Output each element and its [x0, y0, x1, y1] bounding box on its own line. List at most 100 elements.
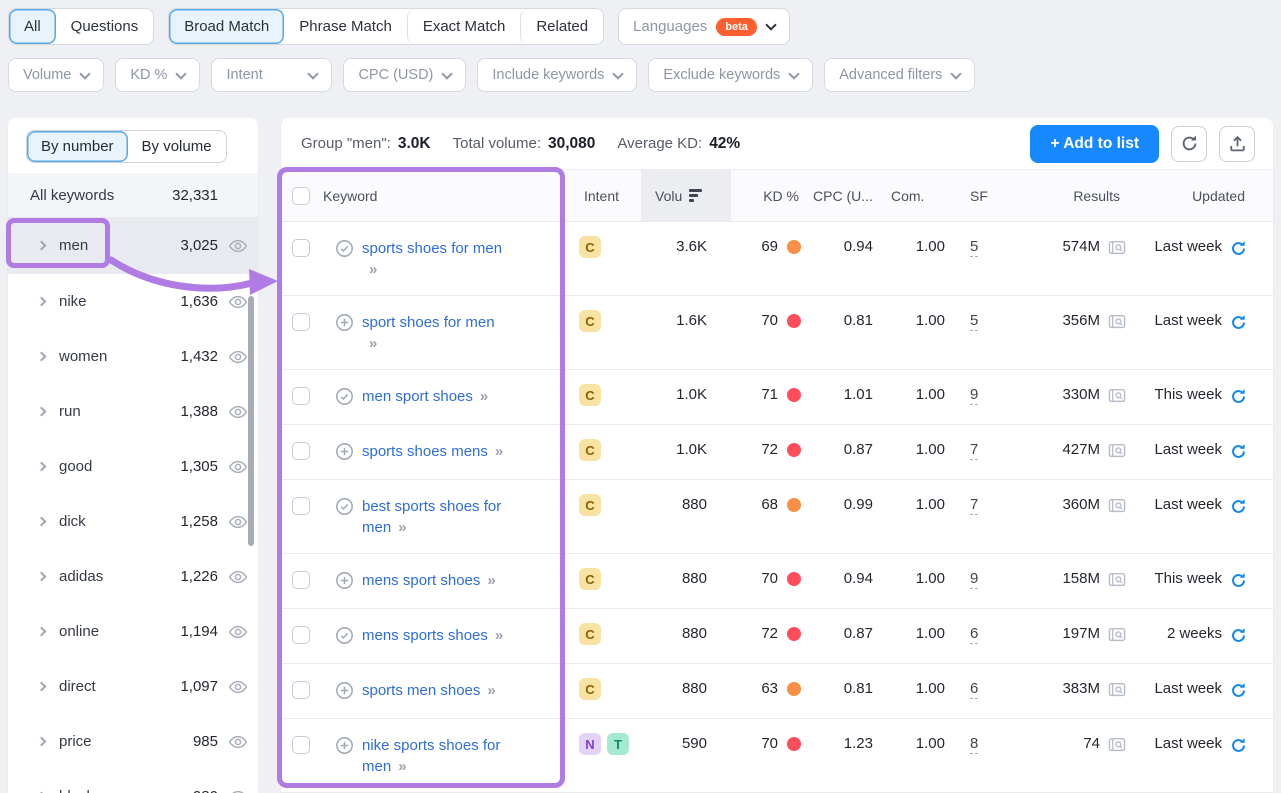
sf-value[interactable]: 5 — [970, 312, 978, 331]
filter-include-keywords[interactable]: Include keywords — [477, 58, 637, 92]
column-header-keyword[interactable]: Keyword — [317, 170, 562, 221]
row-checkbox[interactable] — [292, 313, 310, 331]
expand-keyword-icon[interactable]: » — [369, 335, 378, 352]
serp-features-icon[interactable] — [1108, 736, 1126, 754]
serp-features-icon[interactable] — [1108, 387, 1126, 405]
keyword-link[interactable]: mens sport shoes» — [362, 570, 497, 591]
refresh-metrics-icon[interactable] — [1230, 443, 1247, 460]
added-to-list-icon[interactable] — [335, 497, 354, 516]
sidebar-group-adidas[interactable]: adidas 1,226 — [8, 549, 258, 604]
keyword-link[interactable]: men sport shoes» — [362, 386, 489, 407]
eye-icon[interactable] — [228, 402, 248, 422]
row-checkbox[interactable] — [292, 387, 310, 405]
tab-phrase-match[interactable]: Phrase Match — [284, 9, 407, 44]
sidebar-group-direct[interactable]: direct 1,097 — [8, 659, 258, 714]
sf-value[interactable]: 9 — [970, 570, 978, 589]
filter-advanced-filters[interactable]: Advanced filters — [824, 58, 975, 92]
filter-exclude-keywords[interactable]: Exclude keywords — [648, 58, 813, 92]
add-to-list-icon[interactable] — [335, 736, 354, 755]
tab-broad-match[interactable]: Broad Match — [169, 9, 284, 44]
row-checkbox[interactable] — [292, 681, 310, 699]
eye-icon[interactable] — [228, 787, 248, 793]
sidebar-group-dick[interactable]: dick 1,258 — [8, 494, 258, 549]
column-header-com[interactable]: Com. — [891, 170, 961, 221]
expand-keyword-icon[interactable]: » — [369, 261, 378, 278]
sf-value[interactable]: 5 — [970, 238, 978, 257]
expand-keyword-icon[interactable]: » — [487, 572, 496, 589]
column-header-updated[interactable]: Updated — [1146, 170, 1273, 221]
eye-icon[interactable] — [228, 622, 248, 642]
sf-value[interactable]: 9 — [970, 386, 978, 405]
column-header-kd[interactable]: KD % — [731, 170, 811, 221]
add-to-list-icon[interactable] — [335, 571, 354, 590]
eye-icon[interactable] — [228, 677, 248, 697]
tab-related[interactable]: Related — [520, 9, 603, 44]
refresh-metrics-icon[interactable] — [1230, 572, 1247, 589]
refresh-metrics-icon[interactable] — [1230, 314, 1247, 331]
serp-features-icon[interactable] — [1108, 571, 1126, 589]
filter-volume[interactable]: Volume — [8, 58, 104, 92]
added-to-list-icon[interactable] — [335, 626, 354, 645]
row-checkbox[interactable] — [292, 442, 310, 460]
eye-icon[interactable] — [228, 457, 248, 477]
expand-keyword-icon[interactable]: » — [487, 682, 496, 699]
sidebar-group-all-keywords[interactable]: All keywords 32,331 — [8, 173, 258, 217]
keyword-link[interactable]: mens sports shoes» — [362, 625, 504, 646]
keyword-link[interactable]: best sports shoes formen» — [362, 496, 501, 538]
column-header-results[interactable]: Results — [1011, 170, 1146, 221]
sidebar-group-price[interactable]: price 985 — [8, 714, 258, 769]
eye-icon[interactable] — [228, 567, 248, 587]
add-to-list-icon[interactable] — [335, 442, 354, 461]
eye-icon[interactable] — [228, 732, 248, 752]
tab-all[interactable]: All — [9, 9, 56, 44]
keyword-link[interactable]: sports shoes mens» — [362, 441, 504, 462]
expand-keyword-icon[interactable]: » — [495, 627, 504, 644]
keyword-link[interactable]: sports shoes for men» — [362, 238, 502, 280]
export-button[interactable] — [1219, 126, 1255, 162]
sf-value[interactable]: 7 — [970, 441, 978, 460]
sf-value[interactable]: 8 — [970, 735, 978, 754]
languages-dropdown[interactable]: Languages beta — [618, 8, 790, 45]
eye-icon[interactable] — [228, 347, 248, 367]
serp-features-icon[interactable] — [1108, 442, 1126, 460]
sf-value[interactable]: 6 — [970, 625, 978, 644]
added-to-list-icon[interactable] — [335, 239, 354, 258]
tab-exact-match[interactable]: Exact Match — [407, 9, 521, 44]
expand-keyword-icon[interactable]: » — [480, 388, 489, 405]
serp-features-icon[interactable] — [1108, 497, 1126, 515]
keyword-link[interactable]: sports men shoes» — [362, 680, 497, 701]
sf-value[interactable]: 7 — [970, 496, 978, 515]
filter-cpc-usd-[interactable]: CPC (USD) — [343, 58, 466, 92]
keyword-link[interactable]: nike sports shoes formen» — [362, 735, 500, 777]
sf-value[interactable]: 6 — [970, 680, 978, 699]
serp-features-icon[interactable] — [1108, 239, 1126, 257]
row-checkbox[interactable] — [292, 239, 310, 257]
sidebar-group-women[interactable]: women 1,432 — [8, 329, 258, 384]
sidebar-group-men[interactable]: men 3,025 — [8, 217, 258, 274]
row-checkbox[interactable] — [292, 571, 310, 589]
add-to-list-icon[interactable] — [335, 681, 354, 700]
sidebar-group-nike[interactable]: nike 1,636 — [8, 274, 258, 329]
sidebar-group-black[interactable]: black 980 — [8, 769, 258, 793]
select-all-checkbox[interactable] — [292, 187, 310, 205]
refresh-metrics-icon[interactable] — [1230, 498, 1247, 515]
sidebar-group-online[interactable]: online 1,194 — [8, 604, 258, 659]
sidebar-scrollbar[interactable] — [248, 296, 254, 546]
sidebar-group-good[interactable]: good 1,305 — [8, 439, 258, 494]
toggle-by-volume[interactable]: By volume — [128, 131, 226, 162]
column-header-sf[interactable]: SF — [961, 170, 1011, 221]
column-header-volume[interactable]: Volu — [641, 170, 731, 221]
refresh-metrics-icon[interactable] — [1230, 737, 1247, 754]
refresh-button[interactable] — [1171, 126, 1207, 162]
refresh-metrics-icon[interactable] — [1230, 388, 1247, 405]
expand-keyword-icon[interactable]: » — [398, 519, 407, 536]
tab-questions[interactable]: Questions — [56, 9, 154, 44]
keyword-link[interactable]: sport shoes for men» — [362, 312, 495, 354]
filter-kd-[interactable]: KD % — [115, 58, 200, 92]
serp-features-icon[interactable] — [1108, 313, 1126, 331]
row-checkbox[interactable] — [292, 626, 310, 644]
add-to-list-icon[interactable] — [335, 313, 354, 332]
add-to-list-button[interactable]: + Add to list — [1030, 125, 1159, 163]
expand-keyword-icon[interactable]: » — [398, 758, 407, 775]
row-checkbox[interactable] — [292, 736, 310, 754]
